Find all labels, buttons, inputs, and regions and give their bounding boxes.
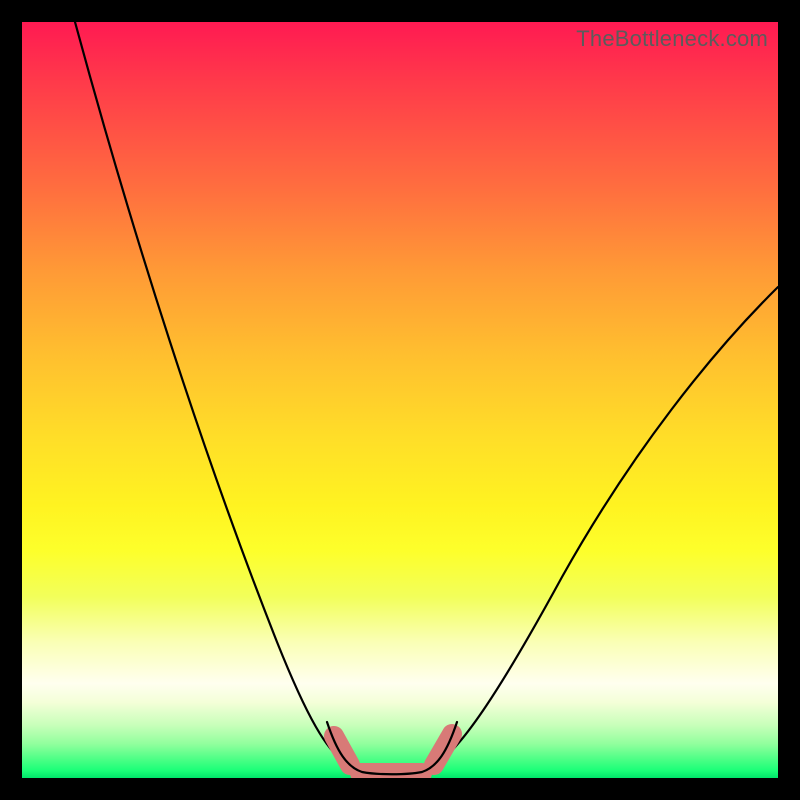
- curve-layer: [22, 22, 778, 778]
- chart-frame: TheBottleneck.com: [0, 0, 800, 800]
- bottleneck-curve: [75, 22, 778, 773]
- plot-area: TheBottleneck.com: [22, 22, 778, 778]
